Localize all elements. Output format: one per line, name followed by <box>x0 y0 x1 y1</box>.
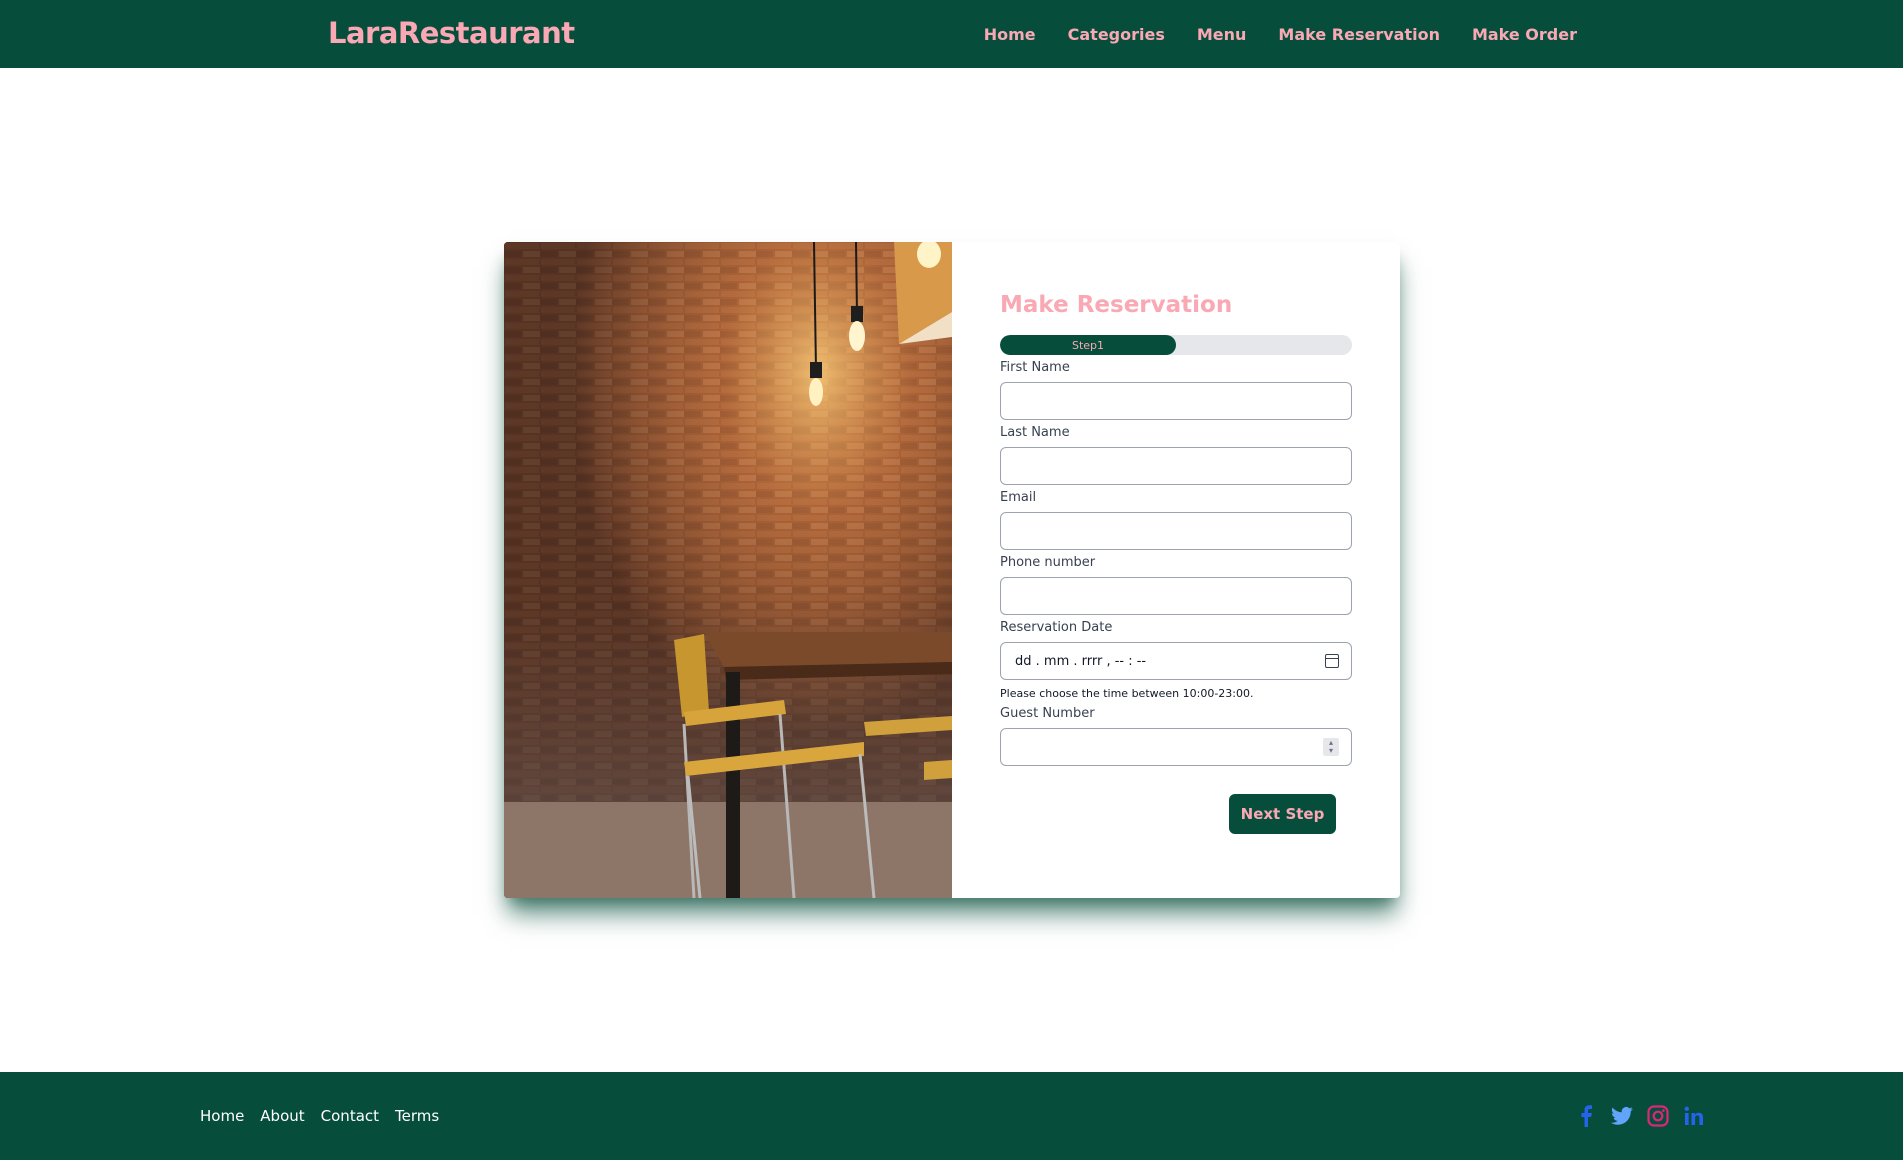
footer-link-contact[interactable]: Contact <box>321 1107 379 1125</box>
social-icons <box>1575 1072 1705 1160</box>
reservation-card: Make Reservation Step1 First Name Last N… <box>504 242 1400 898</box>
first-name-label: First Name <box>1000 360 1070 375</box>
nav-categories[interactable]: Categories <box>1068 25 1165 44</box>
instagram-icon[interactable] <box>1647 1105 1669 1127</box>
restaurant-photo <box>504 242 952 898</box>
last-name-input[interactable] <box>1000 447 1352 485</box>
first-name-input[interactable] <box>1000 382 1352 420</box>
main-nav: Home Categories Menu Make Reservation Ma… <box>984 0 1577 68</box>
reservation-date-input[interactable]: dd . mm . rrrr , -- : -- <box>1000 642 1352 680</box>
phone-input[interactable] <box>1000 577 1352 615</box>
guest-number-input[interactable]: ▴ ▾ <box>1000 728 1352 766</box>
email-label: Email <box>1000 490 1037 505</box>
nav-home[interactable]: Home <box>984 25 1036 44</box>
nav-make-order[interactable]: Make Order <box>1472 25 1577 44</box>
step-progress-bar: Step1 <box>1000 335 1352 355</box>
date-placeholder: dd . mm . rrrr , -- : -- <box>1015 653 1147 669</box>
nav-menu[interactable]: Menu <box>1197 25 1247 44</box>
footer-link-home[interactable]: Home <box>200 1107 244 1125</box>
restaurant-interior-image <box>504 242 952 898</box>
time-hint: Please choose the time between 10:00-23:… <box>1000 687 1254 700</box>
footer-links: Home About Contact Terms <box>200 1072 439 1160</box>
calendar-icon[interactable] <box>1325 654 1339 668</box>
twitter-icon[interactable] <box>1611 1105 1633 1127</box>
footer-link-terms[interactable]: Terms <box>395 1107 439 1125</box>
form-title: Make Reservation <box>1000 292 1233 318</box>
nav-make-reservation[interactable]: Make Reservation <box>1278 25 1440 44</box>
number-spinner-icon[interactable]: ▴ ▾ <box>1323 738 1339 756</box>
phone-label: Phone number <box>1000 555 1096 570</box>
progress-label: Step1 <box>1071 338 1105 352</box>
next-step-button[interactable]: Next Step <box>1229 794 1336 834</box>
email-input[interactable] <box>1000 512 1352 550</box>
reservation-date-label: Reservation Date <box>1000 620 1113 635</box>
brand-logo[interactable]: LaraRestaurant <box>328 16 575 50</box>
footer-link-about[interactable]: About <box>260 1107 304 1125</box>
linkedin-icon[interactable] <box>1683 1105 1705 1127</box>
last-name-label: Last Name <box>1000 425 1070 440</box>
facebook-icon[interactable] <box>1575 1105 1597 1127</box>
footer: Home About Contact Terms <box>0 1072 1903 1160</box>
top-navbar: LaraRestaurant Home Categories Menu Make… <box>0 0 1903 68</box>
progress-fill: Step1 <box>1000 335 1176 355</box>
guest-number-label: Guest Number <box>1000 706 1095 721</box>
reservation-form: Make Reservation Step1 First Name Last N… <box>952 242 1400 898</box>
